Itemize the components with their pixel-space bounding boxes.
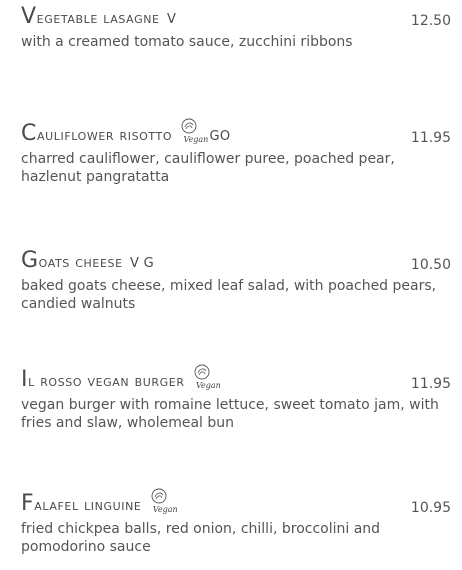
menu-item-title-row: Vegetable lasagne V 12.50 <box>21 3 451 33</box>
menu-item: Vegetable lasagne V 12.50 with a creamed… <box>21 3 451 51</box>
dish-price: 12.50 <box>410 13 451 29</box>
dish-price: 11.95 <box>410 130 451 146</box>
menu-item-title-row: Il Rosso vegan burger Vegan 11.95 <box>21 364 451 396</box>
dish-description: baked goats cheese, mixed leaf salad, wi… <box>21 278 437 312</box>
menu-item-title-row: Goats cheese V G 10.50 <box>21 247 451 277</box>
dish-name: Cauliflower risotto Vegan Go <box>21 118 230 146</box>
menu-item: Falafel linguine Vegan 10.95 fried chick… <box>21 488 451 556</box>
dish-name-rest: alafel linguine <box>34 496 142 514</box>
dietary-tags: Go <box>209 129 231 144</box>
vegan-logo-text: Vegan <box>195 381 221 390</box>
dish-price: 10.50 <box>410 257 451 273</box>
dish-description: vegan burger with romaine lettuce, sweet… <box>21 397 439 431</box>
dish-name-rest: oats cheese <box>38 253 123 271</box>
vegan-logo-icon: Vegan <box>192 364 221 390</box>
dish-name: Il Rosso vegan burger Vegan <box>21 364 221 392</box>
dish-name-initial: F <box>21 491 35 516</box>
dish-name: Falafel linguine Vegan <box>21 488 178 516</box>
dish-description: fried chickpea balls, red onion, chilli,… <box>21 521 381 555</box>
dietary-tags: V <box>166 12 177 27</box>
vegan-logo-icon: Vegan <box>179 118 209 144</box>
menu-item: Goats cheese V G 10.50 baked goats chees… <box>21 247 451 313</box>
menu-item: Cauliflower risotto Vegan Go 11.95 charr… <box>21 118 451 186</box>
dish-description: charred cauliflower, cauliflower puree, … <box>21 151 395 185</box>
menu-item-title-row: Falafel linguine Vegan 10.95 <box>21 488 451 520</box>
dish-name-initial: G <box>21 248 39 273</box>
menu-item-title-row: Cauliflower risotto Vegan Go 11.95 <box>21 118 451 150</box>
dish-price: 11.95 <box>410 376 451 392</box>
vegan-logo-text: Vegan <box>183 135 209 144</box>
dish-price: 10.95 <box>410 500 451 516</box>
dish-name: Goats cheese V G <box>21 248 154 273</box>
vegan-logo-icon: Vegan <box>149 488 178 514</box>
menu-item: Il Rosso vegan burger Vegan 11.95 vegan … <box>21 364 451 432</box>
dietary-tags: V G <box>130 256 155 271</box>
dish-description: with a creamed tomato sauce, zucchini ri… <box>21 34 353 50</box>
dish-name-rest: egetable lasagne <box>36 9 160 27</box>
dish-name-rest: l Rosso vegan burger <box>28 372 185 390</box>
dish-name: Vegetable lasagne V <box>21 4 176 29</box>
dish-name-rest: auliflower risotto <box>36 126 173 144</box>
dish-name-initial: C <box>21 121 37 146</box>
vegan-logo-text: Vegan <box>152 505 178 514</box>
dish-name-initial: V <box>21 4 37 29</box>
